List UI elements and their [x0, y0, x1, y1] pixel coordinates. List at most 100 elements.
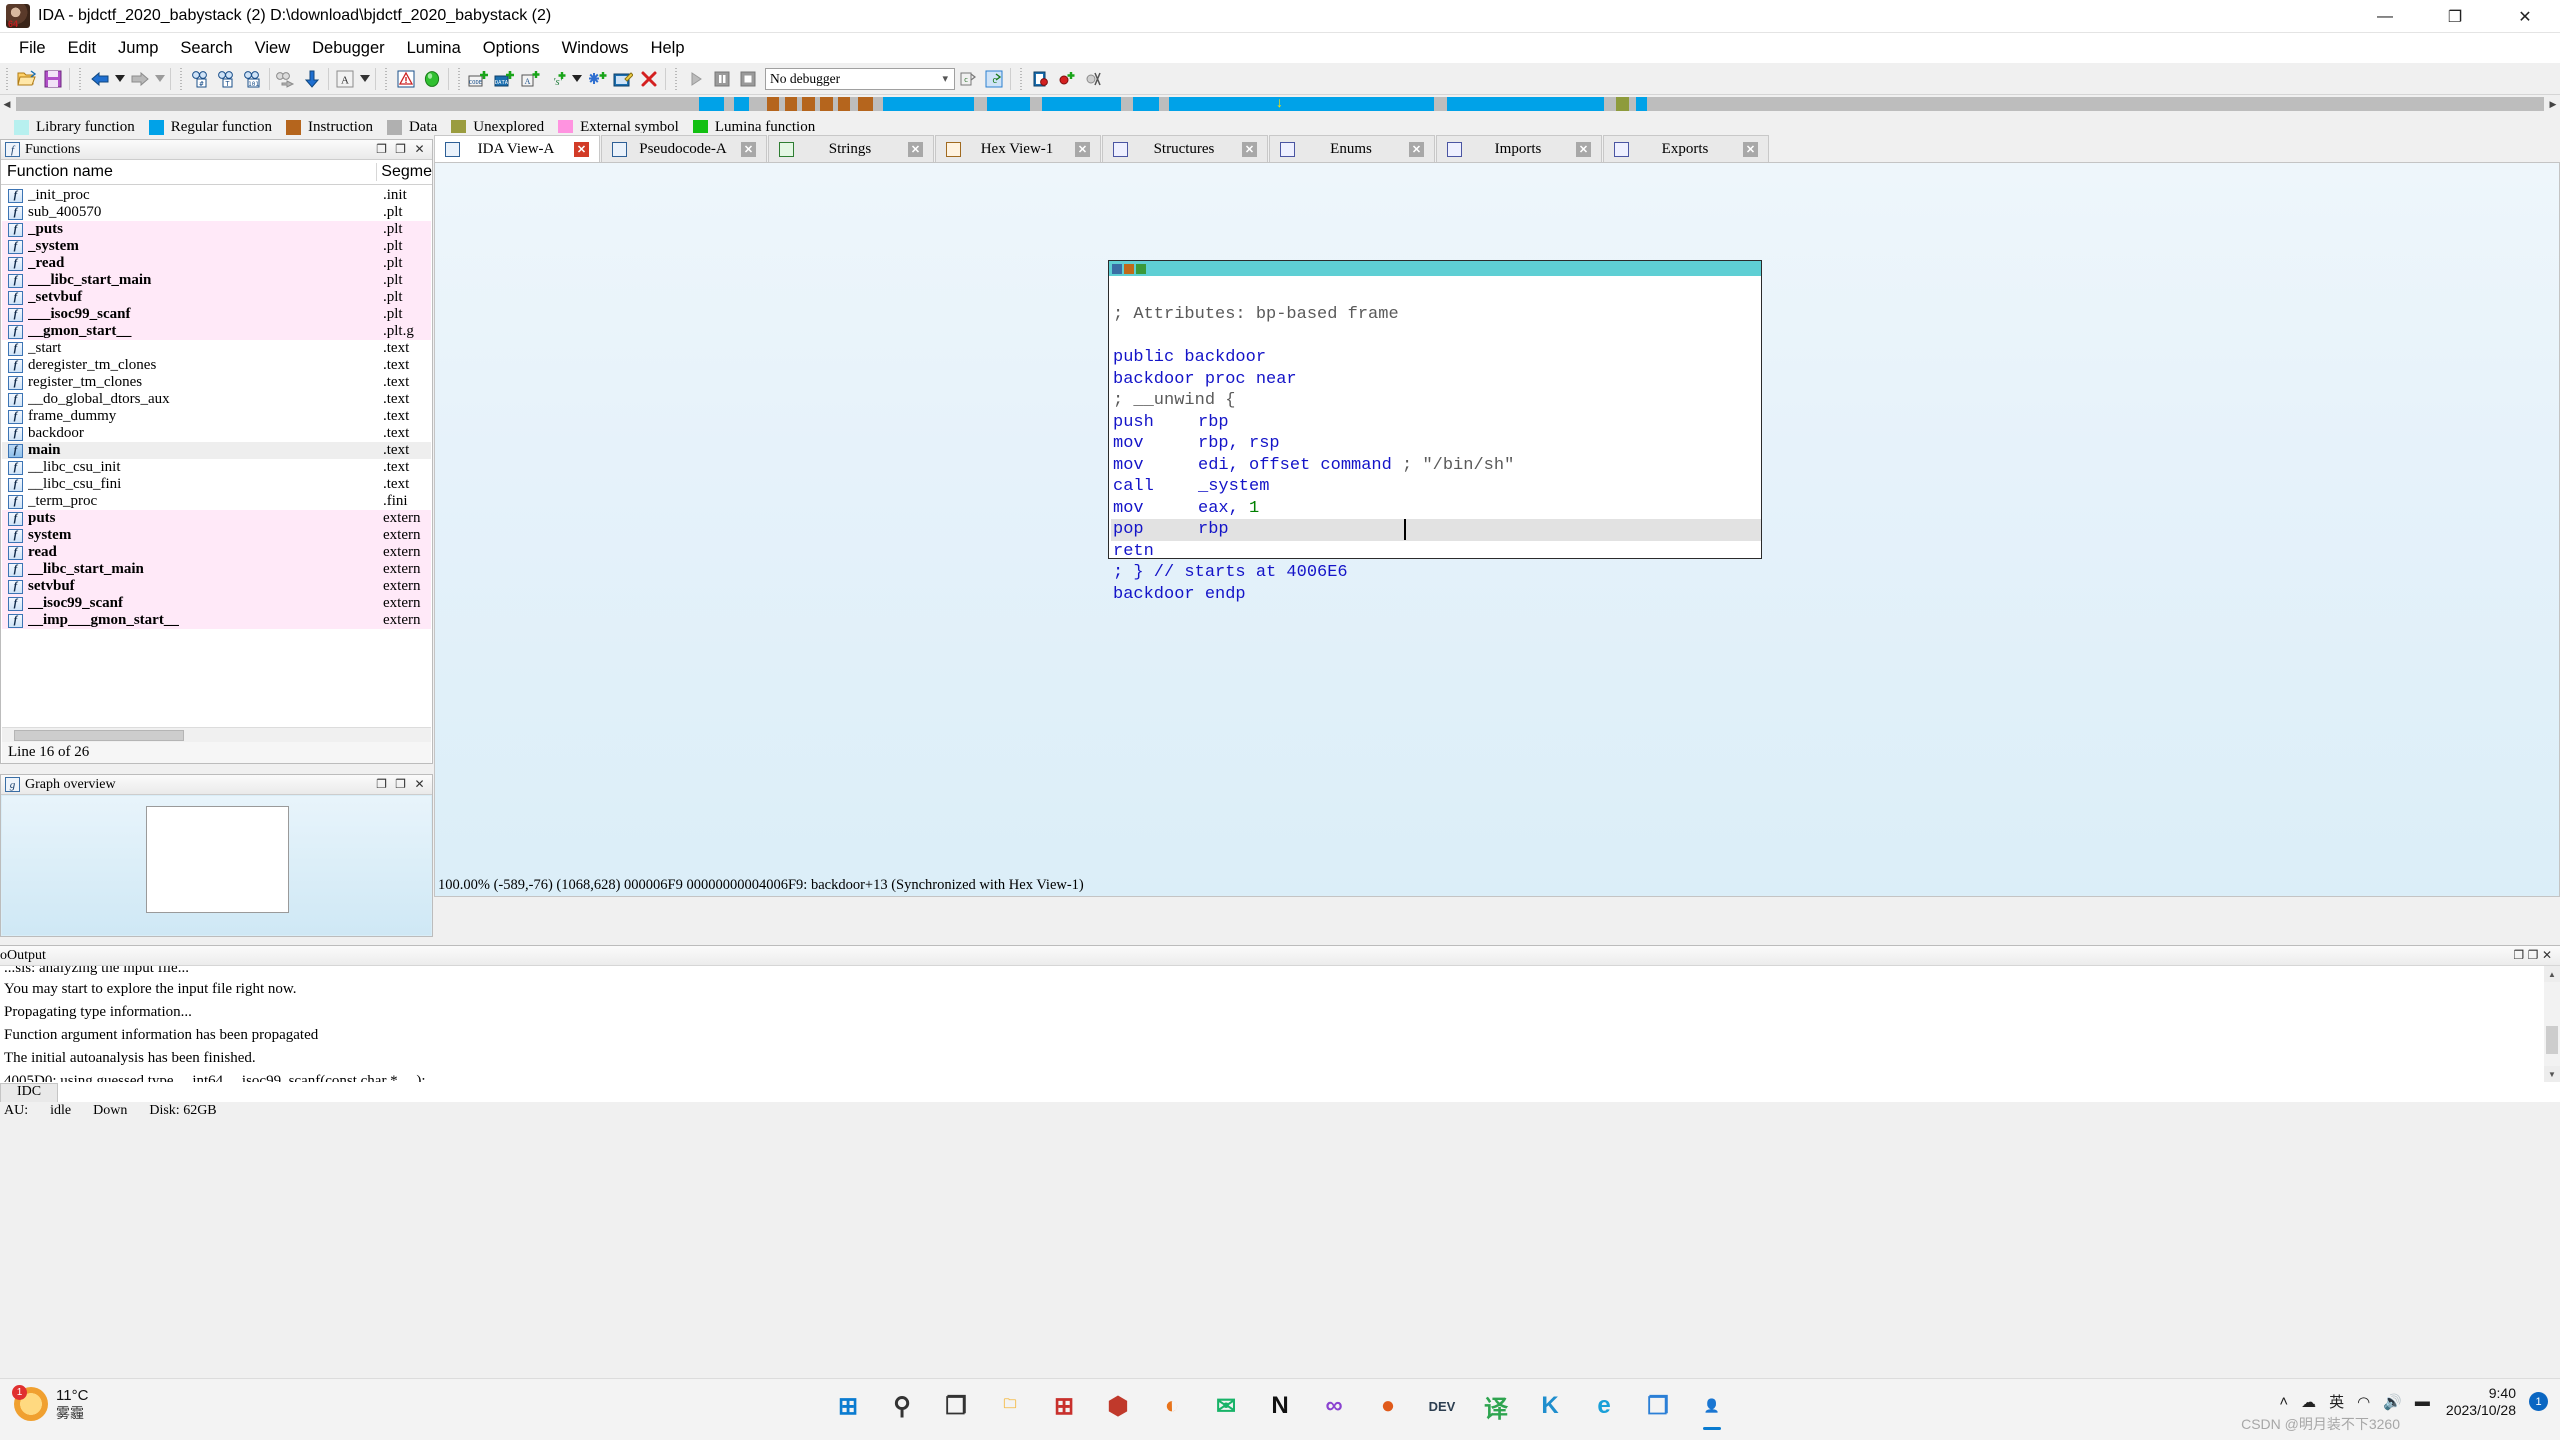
open-file-icon[interactable] [14, 66, 40, 92]
output-log[interactable]: ...sis: analyzing the input file...You m… [0, 966, 2544, 1082]
functions-horizontal-scrollbar[interactable] [2, 727, 431, 742]
add-breakpoint-icon[interactable] [1054, 66, 1080, 92]
minimize-button[interactable]: — [2350, 0, 2420, 33]
graph-node-titlebar[interactable] [1109, 261, 1761, 276]
dev-icon[interactable]: DEV [1421, 1385, 1463, 1427]
table-row[interactable]: fbackdoor.text [2, 425, 431, 442]
back-dropdown-icon[interactable] [113, 66, 127, 92]
table-row[interactable]: f__libc_csu_init.text [2, 459, 431, 476]
table-row[interactable]: fsub_400570.plt [2, 204, 431, 221]
close-button[interactable]: ✕ [2490, 0, 2560, 33]
functions-close-button[interactable]: ✕ [413, 142, 426, 157]
table-row[interactable]: fsystemextern [2, 527, 431, 544]
table-row[interactable]: f___isoc99_scanf.plt [2, 306, 431, 323]
search-text-icon[interactable]: T [214, 66, 240, 92]
disassembly-line[interactable]: ; __unwind { [1111, 390, 1761, 412]
output-close-button[interactable]: ✕ [2542, 948, 2552, 962]
graph-overview-node[interactable] [146, 806, 289, 913]
table-row[interactable]: fsetvbufextern [2, 578, 431, 595]
maximize-button[interactable]: ❐ [2420, 0, 2490, 33]
undefine-icon[interactable] [636, 66, 662, 92]
del-breakpoint-icon[interactable] [1080, 66, 1106, 92]
table-row[interactable]: f_system.plt [2, 238, 431, 255]
stop-icon[interactable] [735, 66, 761, 92]
scrollbar-thumb[interactable] [2546, 1026, 2558, 1054]
menu-file[interactable]: File [8, 36, 57, 61]
table-row[interactable]: f__libc_start_mainextern [2, 561, 431, 578]
disassembly-line[interactable]: retn [1111, 541, 1761, 563]
table-row[interactable]: f_puts.plt [2, 221, 431, 238]
tab-close-icon[interactable]: ✕ [1576, 142, 1591, 157]
tab-close-icon[interactable]: ✕ [574, 142, 589, 157]
tab-close-icon[interactable]: ✕ [908, 142, 923, 157]
tab-structures[interactable]: Structures✕ [1102, 135, 1268, 163]
menu-jump[interactable]: Jump [107, 36, 169, 61]
graph-overview-close-button[interactable]: ✕ [413, 777, 426, 792]
disassembly-line[interactable]: backdoor proc near [1111, 369, 1761, 391]
table-row[interactable]: f_term_proc.fini [2, 493, 431, 510]
tab-ida-view-a[interactable]: IDA View-A✕ [434, 135, 600, 163]
functions-list[interactable]: f_init_proc.initfsub_400570.pltf_puts.pl… [2, 187, 431, 725]
wifi-icon[interactable]: ◠ [2357, 1393, 2370, 1411]
tab-pseudocode-a[interactable]: Pseudocode-A✕ [601, 135, 767, 163]
green-status-icon[interactable] [419, 66, 445, 92]
make-string-icon[interactable]: 's' [544, 66, 570, 92]
user-avatar[interactable]: 👤 [1691, 1385, 1733, 1427]
tab-close-icon[interactable]: ✕ [741, 142, 756, 157]
pause-icon[interactable] [709, 66, 735, 92]
column-function-name[interactable]: Function name [1, 163, 376, 181]
ida-taskbar-icon[interactable]: ❐ [1637, 1385, 1679, 1427]
table-row[interactable]: freadextern [2, 544, 431, 561]
output-restore-button[interactable]: ❐ [2513, 948, 2524, 962]
debugger-select[interactable]: No debugger ▾ [765, 68, 955, 90]
menu-edit[interactable]: Edit [57, 36, 107, 61]
tab-close-icon[interactable]: ✕ [1242, 142, 1257, 157]
output-float-button[interactable]: ❐ [2528, 948, 2539, 962]
store-icon[interactable]: ⊞ [1043, 1385, 1085, 1427]
disassembly-line[interactable]: poprbp [1111, 519, 1761, 541]
debugger-refresh-icon[interactable]: c [981, 66, 1007, 92]
forward-dropdown-icon[interactable] [153, 66, 167, 92]
navigator-band[interactable]: ◀ ▶ ↓ [0, 95, 2560, 113]
make-code-icon[interactable]: CODE [466, 66, 492, 92]
table-row[interactable]: f__libc_csu_fini.text [2, 476, 431, 493]
table-row[interactable]: f__gmon_start__.plt.g [2, 323, 431, 340]
back-arrow-icon[interactable] [87, 66, 113, 92]
save-icon[interactable] [40, 66, 66, 92]
visual-studio-icon[interactable]: ∞ [1313, 1385, 1355, 1427]
edge-icon[interactable]: e [1583, 1385, 1625, 1427]
scrollbar-thumb[interactable] [14, 730, 184, 741]
tab-enums[interactable]: Enums✕ [1269, 135, 1435, 163]
navigator-track[interactable]: ↓ [16, 97, 2544, 111]
search-hex-icon[interactable]: # [188, 66, 214, 92]
graph-overview-float-button[interactable]: ❐ [394, 777, 407, 792]
file-explorer-icon[interactable]: 🗀 [989, 1385, 1031, 1427]
tab-strings[interactable]: Strings✕ [768, 135, 934, 163]
breakpoints-icon[interactable] [1028, 66, 1054, 92]
app-icon-1[interactable]: ⬢ [1097, 1385, 1139, 1427]
functions-restore-button[interactable]: ❐ [375, 142, 388, 157]
disassembly-line[interactable]: movrbp, rsp [1111, 433, 1761, 455]
run-icon[interactable] [683, 66, 709, 92]
volume-icon[interactable]: 🔊 [2383, 1393, 2402, 1411]
table-row[interactable]: fregister_tm_clones.text [2, 374, 431, 391]
mail-icon[interactable]: ✉ [1205, 1385, 1247, 1427]
table-row[interactable]: fderegister_tm_clones.text [2, 357, 431, 374]
tab-exports[interactable]: Exports✕ [1603, 135, 1769, 163]
make-struct-icon[interactable] [584, 66, 610, 92]
warning-icon[interactable] [393, 66, 419, 92]
table-row[interactable]: f__imp___gmon_start__extern [2, 612, 431, 629]
translate-icon[interactable]: 译 [1475, 1385, 1517, 1427]
tab-close-icon[interactable]: ✕ [1743, 142, 1758, 157]
disassembly-line[interactable]: ; } // starts at 4006E6 [1111, 562, 1761, 584]
table-row[interactable]: f__isoc99_scanfextern [2, 595, 431, 612]
battery-icon[interactable]: ▬ [2415, 1393, 2430, 1410]
toolbar-grip[interactable] [77, 68, 83, 90]
table-row[interactable]: fputsextern [2, 510, 431, 527]
jump-down-icon[interactable] [299, 66, 325, 92]
table-row[interactable]: f_setvbuf.plt [2, 289, 431, 306]
graph-node-backdoor[interactable]: ; Attributes: bp-based frame public back… [1108, 260, 1762, 559]
toolbar-grip[interactable] [4, 68, 10, 90]
kugou-icon[interactable]: K [1529, 1385, 1571, 1427]
edit-icon[interactable] [610, 66, 636, 92]
